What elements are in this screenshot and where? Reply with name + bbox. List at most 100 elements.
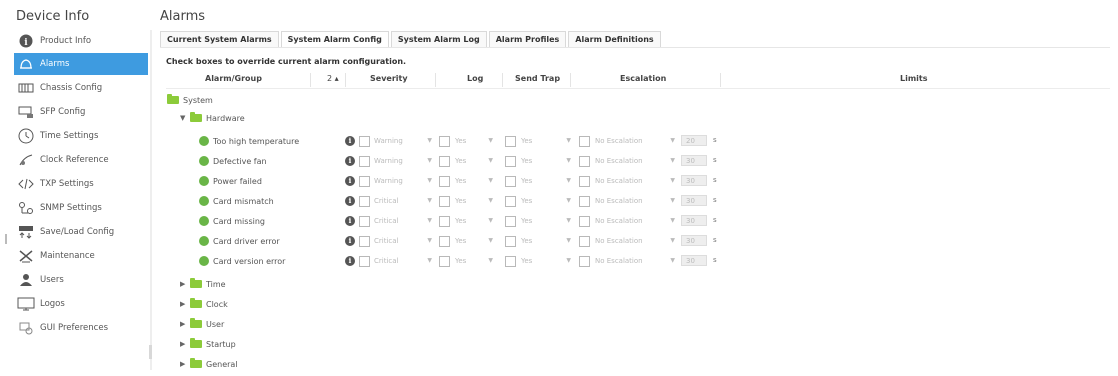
log-override-checkbox[interactable] — [439, 196, 450, 207]
alarm-name-cell[interactable]: Card missing — [199, 212, 265, 230]
sidebar-item-users[interactable]: Users — [14, 269, 148, 291]
log-select[interactable]: Yes ▼ — [455, 155, 495, 167]
sidebar-item-txp-settings[interactable]: TXP Settings — [14, 173, 148, 195]
escalation-override-checkbox[interactable] — [579, 196, 590, 207]
collapse-triangle-icon[interactable]: ▶ — [180, 340, 190, 348]
trap-override-checkbox[interactable] — [505, 236, 516, 247]
tree-node-user[interactable]: ▶ User — [180, 316, 224, 332]
info-icon[interactable]: i — [345, 236, 355, 246]
escalation-select[interactable]: No Escalation ▼ — [595, 195, 677, 207]
severity-select[interactable]: Warning ▼ — [374, 135, 434, 147]
severity-override-checkbox[interactable] — [359, 196, 370, 207]
log-select[interactable]: Yes ▼ — [455, 135, 495, 147]
severity-select[interactable]: Critical ▼ — [374, 195, 434, 207]
sidebar-item-time-settings[interactable]: Time Settings — [14, 125, 148, 147]
column-header-alarm-group[interactable]: Alarm/Group — [205, 74, 262, 83]
trap-override-checkbox[interactable] — [505, 156, 516, 167]
limit-input[interactable]: 20 — [681, 135, 707, 146]
sidebar-item-maintenance[interactable]: Maintenance — [14, 245, 148, 267]
tree-node-general[interactable]: ▶ General — [180, 356, 238, 372]
collapse-triangle-icon[interactable]: ▶ — [180, 320, 190, 328]
limit-input[interactable]: 30 — [681, 235, 707, 246]
collapse-triangle-icon[interactable]: ▶ — [180, 300, 190, 308]
log-select[interactable]: Yes ▼ — [455, 215, 495, 227]
severity-override-checkbox[interactable] — [359, 176, 370, 187]
collapse-triangle-icon[interactable]: ▶ — [180, 360, 190, 368]
trap-override-checkbox[interactable] — [505, 196, 516, 207]
severity-select[interactable]: Warning ▼ — [374, 155, 434, 167]
log-override-checkbox[interactable] — [439, 256, 450, 267]
escalation-override-checkbox[interactable] — [579, 176, 590, 187]
sidebar-resize-handle[interactable] — [5, 234, 7, 244]
sidebar-item-save-load-config[interactable]: Save/Load Config — [14, 221, 148, 243]
tree-node-system[interactable]: System — [167, 92, 213, 108]
column-header-sort[interactable]: 2 ▴ — [327, 74, 339, 83]
alarm-name-cell[interactable]: Card driver error — [199, 232, 280, 250]
info-icon[interactable]: i — [345, 196, 355, 206]
tab-alarm-profiles[interactable]: Alarm Profiles — [488, 31, 567, 47]
sidebar-item-logos[interactable]: Logos — [14, 293, 148, 315]
escalation-override-checkbox[interactable] — [579, 216, 590, 227]
log-override-checkbox[interactable] — [439, 236, 450, 247]
sidebar-item-clock-reference[interactable]: Clock Reference — [14, 149, 148, 171]
send-trap-select[interactable]: Yes ▼ — [521, 175, 573, 187]
severity-override-checkbox[interactable] — [359, 156, 370, 167]
tree-node-time[interactable]: ▶ Time — [180, 276, 226, 292]
column-header-log[interactable]: Log — [467, 74, 483, 83]
limit-input[interactable]: 30 — [681, 155, 707, 166]
column-header-send-trap[interactable]: Send Trap — [515, 74, 560, 83]
trap-override-checkbox[interactable] — [505, 176, 516, 187]
escalation-override-checkbox[interactable] — [579, 136, 590, 147]
column-header-limits[interactable]: Limits — [900, 74, 928, 83]
alarm-name-cell[interactable]: Defective fan — [199, 152, 267, 170]
sidebar-item-snmp-settings[interactable]: SNMP Settings — [14, 197, 148, 219]
tab-alarm-definitions[interactable]: Alarm Definitions — [568, 31, 661, 47]
alarm-name-cell[interactable]: Card mismatch — [199, 192, 274, 210]
column-header-escalation[interactable]: Escalation — [620, 74, 666, 83]
send-trap-select[interactable]: Yes ▼ — [521, 155, 573, 167]
log-select[interactable]: Yes ▼ — [455, 195, 495, 207]
expand-triangle-icon[interactable]: ▼ — [180, 114, 190, 122]
limit-input[interactable]: 30 — [681, 215, 707, 226]
escalation-override-checkbox[interactable] — [579, 256, 590, 267]
severity-override-checkbox[interactable] — [359, 256, 370, 267]
sidebar-item-alarms[interactable]: Alarms — [14, 53, 148, 75]
severity-override-checkbox[interactable] — [359, 216, 370, 227]
info-icon[interactable]: i — [345, 136, 355, 146]
log-select[interactable]: Yes ▼ — [455, 175, 495, 187]
alarm-name-cell[interactable]: Too high temperature — [199, 132, 299, 150]
severity-override-checkbox[interactable] — [359, 236, 370, 247]
limit-input[interactable]: 30 — [681, 175, 707, 186]
sidebar-item-sfp-config[interactable]: SFP Config — [14, 101, 148, 123]
send-trap-select[interactable]: Yes ▼ — [521, 215, 573, 227]
tree-node-hardware[interactable]: ▼ Hardware — [180, 110, 245, 126]
log-override-checkbox[interactable] — [439, 216, 450, 227]
trap-override-checkbox[interactable] — [505, 136, 516, 147]
sidebar-item-gui-preferences[interactable]: GUI Preferences — [14, 317, 148, 339]
tab-system-alarm-config[interactable]: System Alarm Config — [280, 31, 389, 47]
severity-select[interactable]: Warning ▼ — [374, 175, 434, 187]
escalation-select[interactable]: No Escalation ▼ — [595, 175, 677, 187]
collapse-triangle-icon[interactable]: ▶ — [180, 280, 190, 288]
send-trap-select[interactable]: Yes ▼ — [521, 195, 573, 207]
severity-select[interactable]: Critical ▼ — [374, 235, 434, 247]
log-override-checkbox[interactable] — [439, 136, 450, 147]
escalation-select[interactable]: No Escalation ▼ — [595, 215, 677, 227]
severity-override-checkbox[interactable] — [359, 136, 370, 147]
escalation-select[interactable]: No Escalation ▼ — [595, 155, 677, 167]
info-icon[interactable]: i — [345, 176, 355, 186]
escalation-override-checkbox[interactable] — [579, 236, 590, 247]
escalation-select[interactable]: No Escalation ▼ — [595, 135, 677, 147]
log-override-checkbox[interactable] — [439, 156, 450, 167]
limit-input[interactable]: 30 — [681, 195, 707, 206]
limit-input[interactable]: 30 — [681, 255, 707, 266]
tab-system-alarm-log[interactable]: System Alarm Log — [390, 31, 487, 47]
info-icon[interactable]: i — [345, 256, 355, 266]
send-trap-select[interactable]: Yes ▼ — [521, 135, 573, 147]
tree-node-clock[interactable]: ▶ Clock — [180, 296, 228, 312]
trap-override-checkbox[interactable] — [505, 216, 516, 227]
tree-node-startup[interactable]: ▶ Startup — [180, 336, 236, 352]
escalation-override-checkbox[interactable] — [579, 156, 590, 167]
escalation-select[interactable]: No Escalation ▼ — [595, 235, 677, 247]
trap-override-checkbox[interactable] — [505, 256, 516, 267]
